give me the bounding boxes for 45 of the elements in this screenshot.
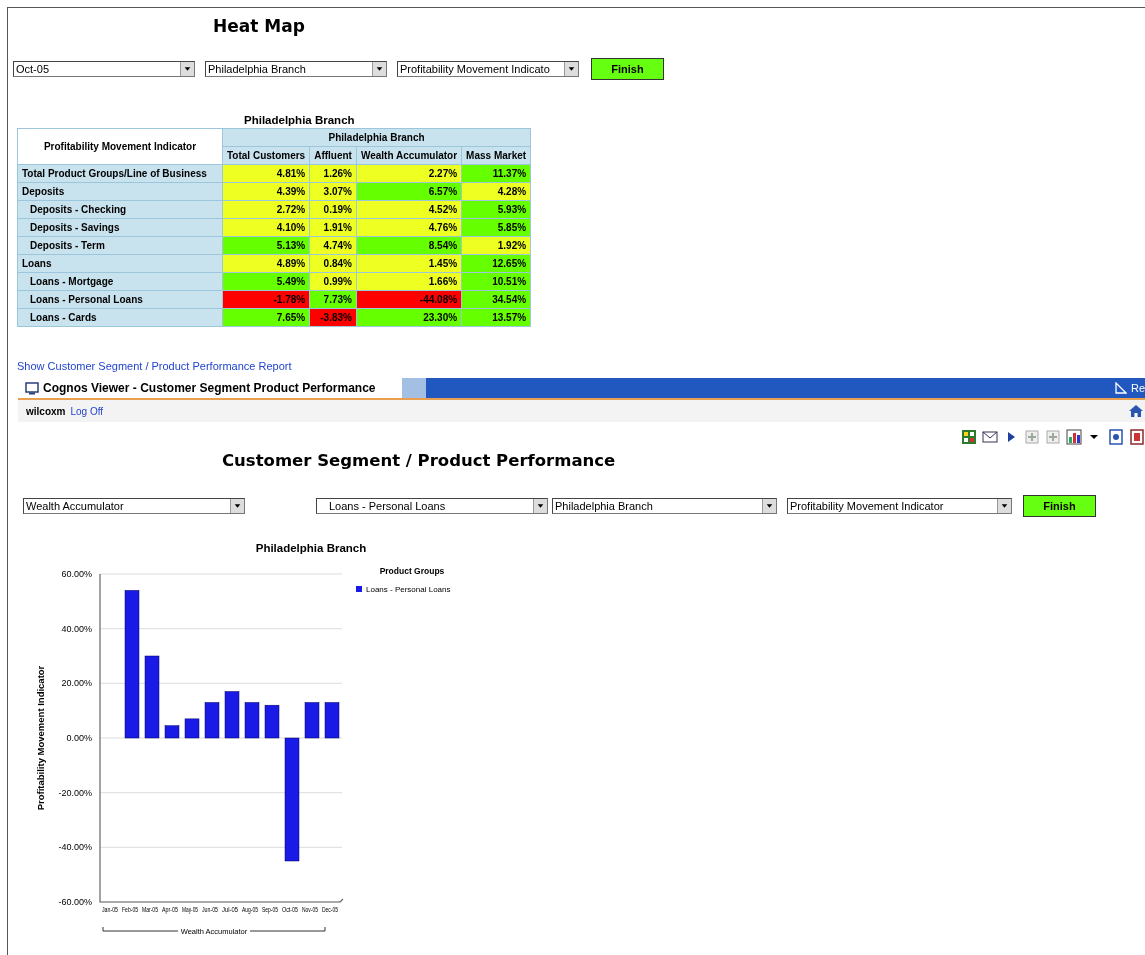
axis-title: Profitability Movement Indicator	[35, 665, 46, 811]
home-icon[interactable]	[1127, 404, 1145, 418]
window-icon[interactable]	[1108, 429, 1124, 445]
axis-label: 60.00%	[61, 569, 92, 579]
page-title: Heat Map	[213, 16, 305, 36]
monitor-icon	[25, 381, 39, 395]
dropdown[interactable]: Oct-05	[13, 61, 195, 77]
column-header: Philadelphia Branch	[222, 128, 531, 147]
tab-strip	[402, 378, 426, 398]
log-off-link[interactable]: Log Off	[70, 405, 104, 417]
caret-icon	[533, 499, 547, 513]
dropdown[interactable]: Philadelphia Branch	[552, 498, 777, 514]
caret-icon	[564, 62, 578, 76]
caret-icon	[762, 499, 776, 513]
chart-icon[interactable]	[1066, 429, 1082, 445]
axis-label: -40.00%	[58, 842, 92, 853]
user-name: wilcoxm	[26, 405, 66, 417]
legend-label: Loans - Personal Loans	[366, 585, 451, 594]
column-header: Profitability Movement Indicator	[17, 128, 223, 165]
axis-label: -20.00%	[58, 787, 92, 798]
axis-label: -60.00%	[58, 897, 92, 907]
ruler-icon	[1114, 382, 1127, 394]
dropdown[interactable]: Wealth Accumulator	[23, 498, 245, 514]
table-title: Philadelphia Branch	[244, 114, 355, 126]
axis-label: 20.00%	[61, 678, 92, 689]
report-link[interactable]: Show Customer Segment / Product Performance Report	[17, 360, 292, 372]
report-title: Customer Segment / Product Performance	[222, 451, 616, 470]
caret-icon	[997, 499, 1011, 513]
chart-title: Philadelphia Branch	[255, 542, 367, 554]
axis-label: 0.00%	[66, 733, 92, 743]
dropdown[interactable]: Loans - Personal Loans	[316, 498, 548, 514]
legend-title: Product Groups	[379, 566, 445, 576]
dropdown[interactable]: Profitability Movement Indicato	[397, 61, 579, 77]
grid-icon[interactable]	[961, 429, 977, 445]
envelope-icon[interactable]	[982, 429, 998, 445]
finish-button[interactable]: Finish	[1023, 495, 1096, 517]
axis-label: 40.00%	[61, 623, 92, 634]
report-icon[interactable]	[1129, 429, 1145, 445]
caret-icon	[180, 62, 194, 76]
caret-icon	[230, 499, 244, 513]
caret-icon	[372, 62, 386, 76]
dropdown[interactable]: Philadelphia Branch	[205, 61, 387, 77]
dropdown[interactable]: Profitability Movement Indicator	[787, 498, 1012, 514]
viewer-label: Re	[1130, 382, 1145, 394]
finish-button[interactable]: Finish	[591, 58, 664, 80]
